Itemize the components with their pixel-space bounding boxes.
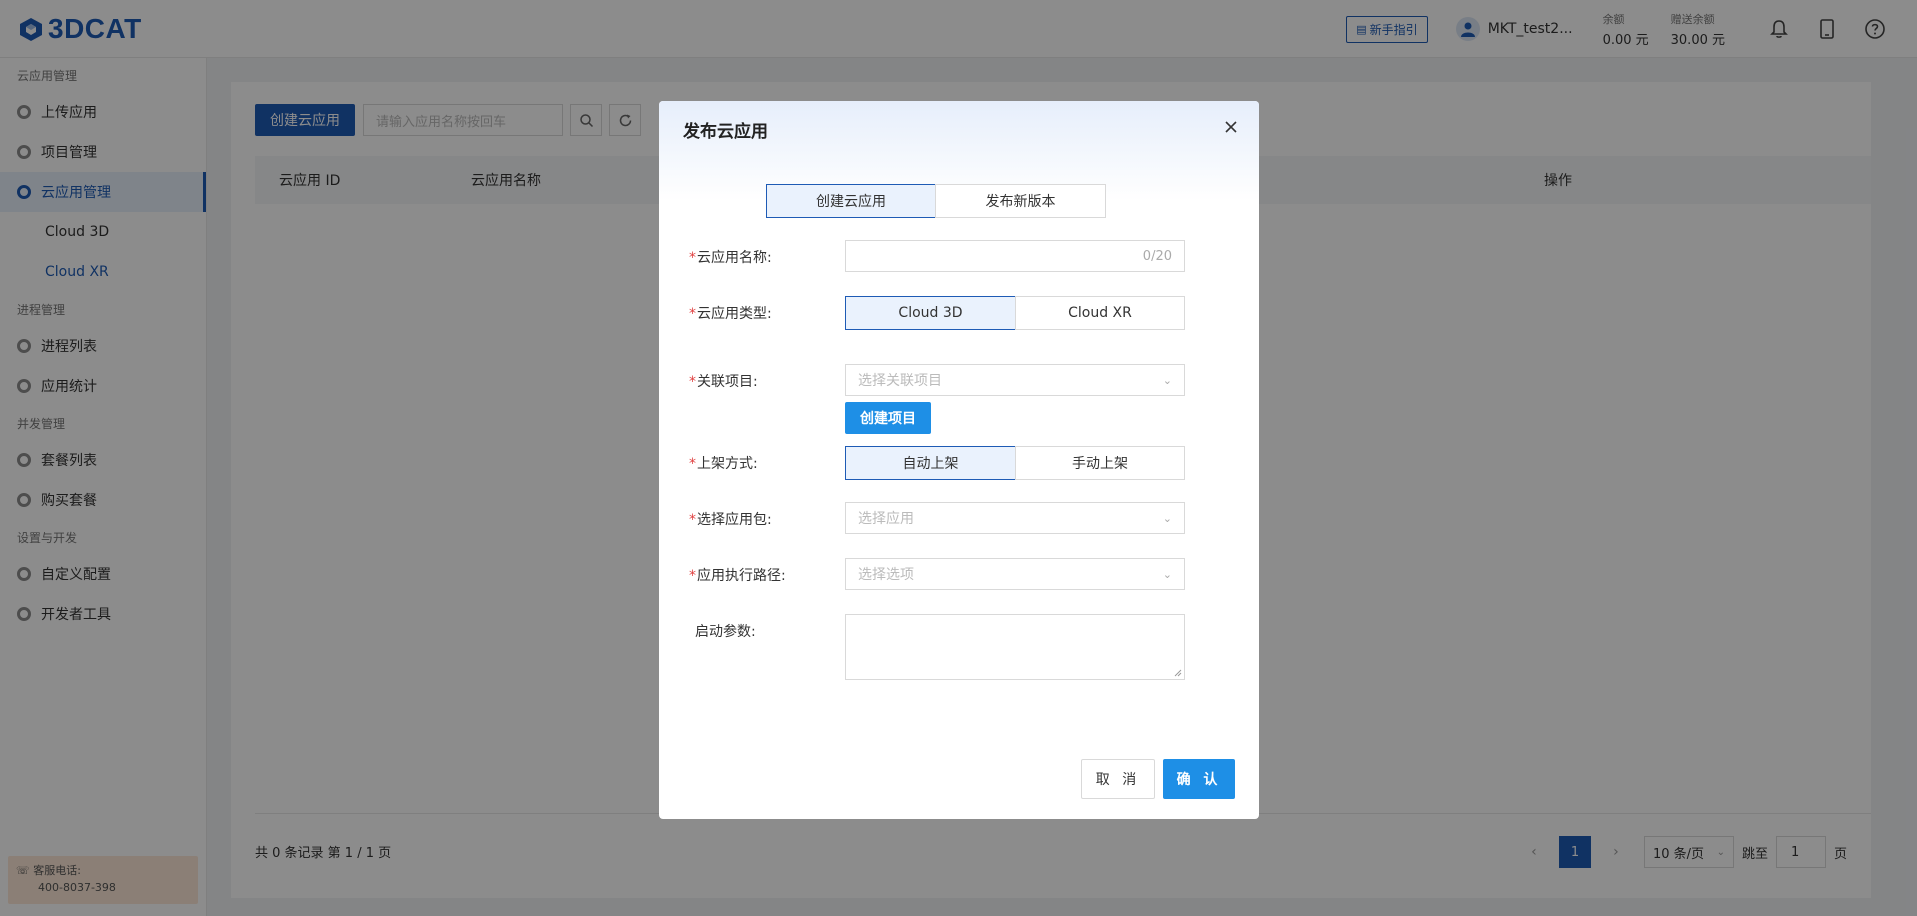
launch-params-label: 启动参数: xyxy=(695,624,756,640)
app-package-select[interactable]: 选择应用 ⌄ xyxy=(845,502,1185,534)
app-type-label: *云应用类型: xyxy=(689,306,772,322)
type-option-cloud3d[interactable]: Cloud 3D xyxy=(845,296,1016,330)
listing-method-selector: 自动上架 手动上架 xyxy=(845,446,1185,480)
modal-title: 发布云应用 xyxy=(683,122,768,142)
project-select-placeholder: 选择关联项目 xyxy=(858,373,942,389)
project-select[interactable]: 选择关联项目 ⌄ xyxy=(845,364,1185,396)
listing-method-label: *上架方式: xyxy=(689,456,758,472)
launch-params-textarea[interactable] xyxy=(845,614,1185,680)
app-name-input[interactable]: 0/20 xyxy=(845,240,1185,272)
tab-publish-new-version[interactable]: 发布新版本 xyxy=(935,184,1106,218)
app-package-placeholder: 选择应用 xyxy=(858,511,914,527)
publish-cloud-app-dialog: 发布云应用 创建云应用 发布新版本 *云应用名称: 0/20 *云应用类型: C… xyxy=(659,101,1259,819)
confirm-button[interactable]: 确 认 xyxy=(1163,759,1235,799)
type-option-cloudxr[interactable]: Cloud XR xyxy=(1015,296,1185,330)
tab-create-cloud-app[interactable]: 创建云应用 xyxy=(766,184,936,218)
chevron-down-icon: ⌄ xyxy=(1162,511,1172,525)
chevron-down-icon: ⌄ xyxy=(1162,373,1172,387)
exec-path-placeholder: 选择选项 xyxy=(858,567,914,583)
modal-footer: 取 消 确 认 xyxy=(1081,759,1235,799)
char-counter: 0/20 xyxy=(1142,248,1172,264)
exec-path-label: *应用执行路径: xyxy=(689,568,786,584)
chevron-down-icon: ⌄ xyxy=(1162,567,1172,581)
listing-option-auto[interactable]: 自动上架 xyxy=(845,446,1016,480)
close-icon[interactable] xyxy=(1223,119,1239,135)
mode-tabs: 创建云应用 发布新版本 xyxy=(766,184,1106,218)
app-name-label: *云应用名称: xyxy=(689,250,772,266)
app-type-selector: Cloud 3D Cloud XR xyxy=(845,296,1185,330)
listing-option-manual[interactable]: 手动上架 xyxy=(1015,446,1185,480)
project-label: *关联项目: xyxy=(689,374,758,390)
create-project-button[interactable]: 创建项目 xyxy=(845,402,931,434)
exec-path-select[interactable]: 选择选项 ⌄ xyxy=(845,558,1185,590)
resize-grip-icon[interactable] xyxy=(1174,669,1182,677)
app-package-label: *选择应用包: xyxy=(689,512,772,528)
cancel-button[interactable]: 取 消 xyxy=(1081,759,1155,799)
